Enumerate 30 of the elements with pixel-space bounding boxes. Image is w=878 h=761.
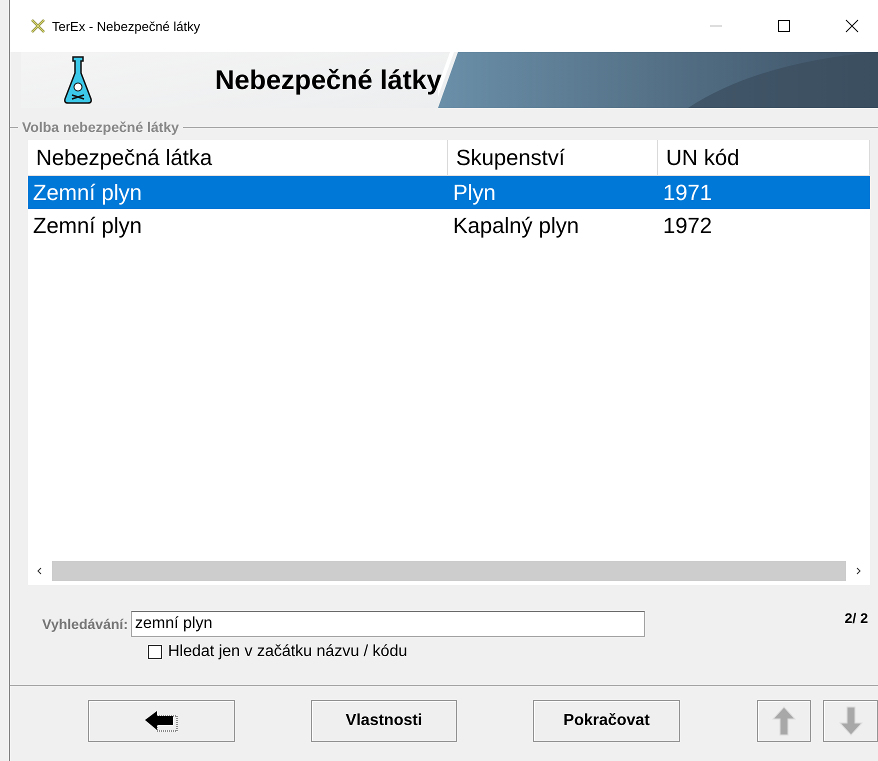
group-title: Volba nebezpečné látky	[18, 119, 183, 135]
search-label: Vyhledávání:	[41, 616, 128, 632]
column-header[interactable]: UN kód	[658, 140, 870, 175]
checkbox-label: Hledat jen v začátku názvu / kódu	[168, 643, 408, 661]
maximize-icon[interactable]	[777, 19, 791, 33]
up-arrow-icon	[772, 706, 796, 736]
table-row[interactable]: Zemní plyn Kapalný plyn 1972	[28, 209, 870, 242]
action-button[interactable]: Pokračovat	[533, 700, 680, 742]
scrollbar-thumb[interactable]	[52, 561, 846, 581]
result-count: 2/ 2	[844, 610, 868, 626]
table-cell-text: 1971	[662, 180, 713, 206]
app-icon	[30, 18, 46, 34]
window-title: TerEx - Nebezpečné látky	[52, 18, 200, 34]
down-arrow-icon	[838, 706, 863, 736]
left-arrow-icon	[143, 708, 180, 732]
search-field[interactable]: zemní plyn	[131, 611, 645, 637]
table-cell-text: Plyn	[452, 180, 497, 206]
table-row[interactable]: Zemní plyn Plyn 1971	[28, 176, 870, 209]
close-icon[interactable]	[845, 19, 859, 33]
table-cell-text: 1972	[662, 212, 713, 238]
table-cell-text: Zemní plyn	[32, 212, 143, 238]
back-button[interactable]	[88, 700, 235, 742]
banner-title: Nebezpečné látky	[215, 64, 442, 96]
table-cell-text: Zemní plyn	[32, 180, 143, 206]
checkbox[interactable]	[148, 645, 162, 659]
flask-icon	[63, 55, 93, 105]
column-header[interactable]: Nebezpečná látka	[28, 140, 448, 175]
table-cell-text: Kapalný plyn	[452, 212, 580, 238]
action-button[interactable]: Vlastnosti	[310, 700, 458, 742]
column-header[interactable]: Skupenství	[448, 140, 658, 175]
